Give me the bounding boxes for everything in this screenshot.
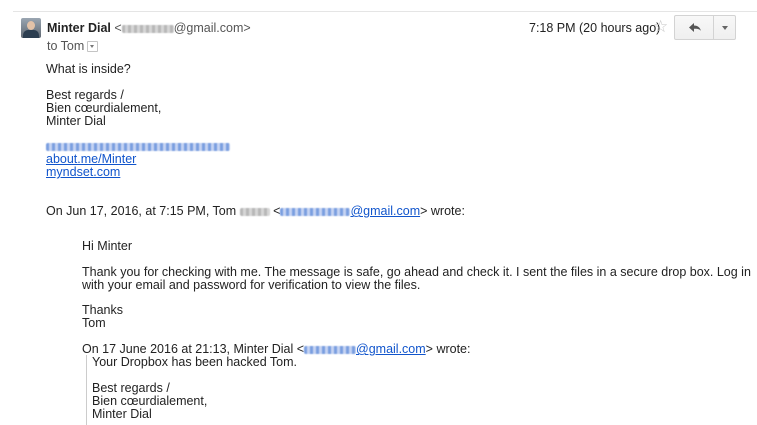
redacted-text — [121, 24, 174, 33]
star-icon[interactable]: ☆ — [653, 17, 668, 37]
show-details-icon[interactable] — [87, 41, 99, 53]
sender: Minter Dial < @gmail.com> — [47, 21, 251, 35]
avatar[interactable] — [21, 18, 41, 38]
reply-icon — [689, 23, 701, 32]
quote-text: with your email and password for verific… — [82, 278, 421, 292]
nested-signature-line: Minter Dial — [92, 407, 152, 421]
quote-greeting: Hi Minter — [82, 239, 133, 253]
sender-email: < @gmail.com> — [114, 21, 251, 35]
quote-header: On Jun 17, 2016, at 7:15 PM, Tom < @gmail… — [46, 204, 465, 218]
quote-name: Tom — [82, 316, 106, 330]
more-options-button[interactable] — [713, 15, 736, 40]
quote-bar — [86, 355, 87, 425]
nested-email-link[interactable]: @gmail.com — [304, 342, 426, 356]
link-myndset[interactable]: myndset.com — [46, 166, 120, 179]
message-date: 7:18 PM (20 hours ago) — [529, 21, 661, 35]
sender-name[interactable]: Minter Dial — [47, 21, 111, 35]
header-divider — [13, 11, 757, 12]
recipient-line: to Tom — [47, 39, 99, 53]
nested-quote-text: Your Dropbox has been hacked Tom. — [92, 355, 297, 369]
signature-line: Minter Dial — [46, 114, 106, 128]
message-text: What is inside? — [46, 62, 131, 76]
quoted-email-link[interactable]: @gmail.com — [280, 204, 420, 218]
recipient-label: to Tom — [47, 39, 85, 53]
redacted-text — [239, 207, 270, 216]
reply-button[interactable] — [674, 15, 714, 40]
